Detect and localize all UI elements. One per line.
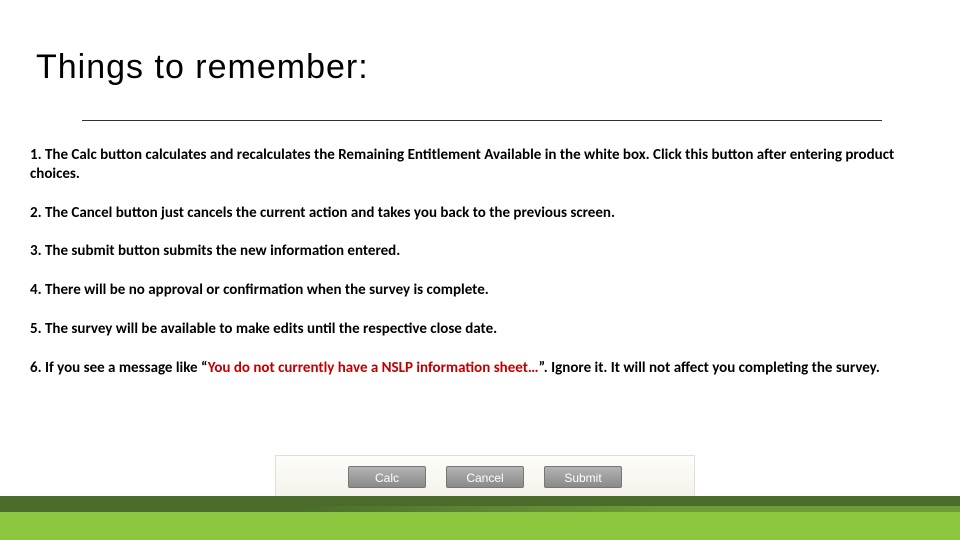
divider bbox=[82, 120, 882, 121]
item-prefix: 6. bbox=[30, 359, 45, 377]
item-text: The Cancel button just cancels the curre… bbox=[45, 204, 615, 222]
submit-button[interactable]: Submit bbox=[544, 466, 622, 488]
button-bar: Calc Cancel Submit bbox=[275, 455, 695, 499]
body-text: 1. The Calc button calculates and recalc… bbox=[30, 146, 930, 397]
list-item: 5. The survey will be available to make … bbox=[30, 320, 930, 339]
item-prefix: 3. bbox=[30, 242, 45, 260]
list-item: 3. The submit button submits the new inf… bbox=[30, 242, 930, 261]
item-text-highlight: You do not currently have a NSLP informa… bbox=[208, 359, 539, 377]
item-text: There will be no approval or confirmatio… bbox=[45, 281, 489, 299]
footer-decoration bbox=[0, 496, 960, 540]
list-item: 2. The Cancel button just cancels the cu… bbox=[30, 204, 930, 223]
item-text-before: If you see a message like “ bbox=[45, 359, 208, 377]
item-prefix: 5. bbox=[30, 320, 45, 338]
cancel-button[interactable]: Cancel bbox=[446, 466, 524, 488]
item-text: The Calc button calculates and recalcula… bbox=[30, 146, 894, 183]
list-item: 1. The Calc button calculates and recalc… bbox=[30, 146, 930, 184]
item-text-after: ”. Ignore it. It will not affect you com… bbox=[539, 359, 880, 377]
item-text: The submit button submits the new inform… bbox=[45, 242, 400, 260]
page-title: Things to remember: bbox=[36, 48, 369, 87]
item-prefix: 2. bbox=[30, 204, 45, 222]
item-text: The survey will be available to make edi… bbox=[45, 320, 497, 338]
list-item: 6. If you see a message like “You do not… bbox=[30, 359, 930, 378]
item-prefix: 4. bbox=[30, 281, 45, 299]
item-prefix: 1. bbox=[30, 146, 45, 164]
list-item: 4. There will be no approval or confirma… bbox=[30, 281, 930, 300]
calc-button[interactable]: Calc bbox=[348, 466, 426, 488]
